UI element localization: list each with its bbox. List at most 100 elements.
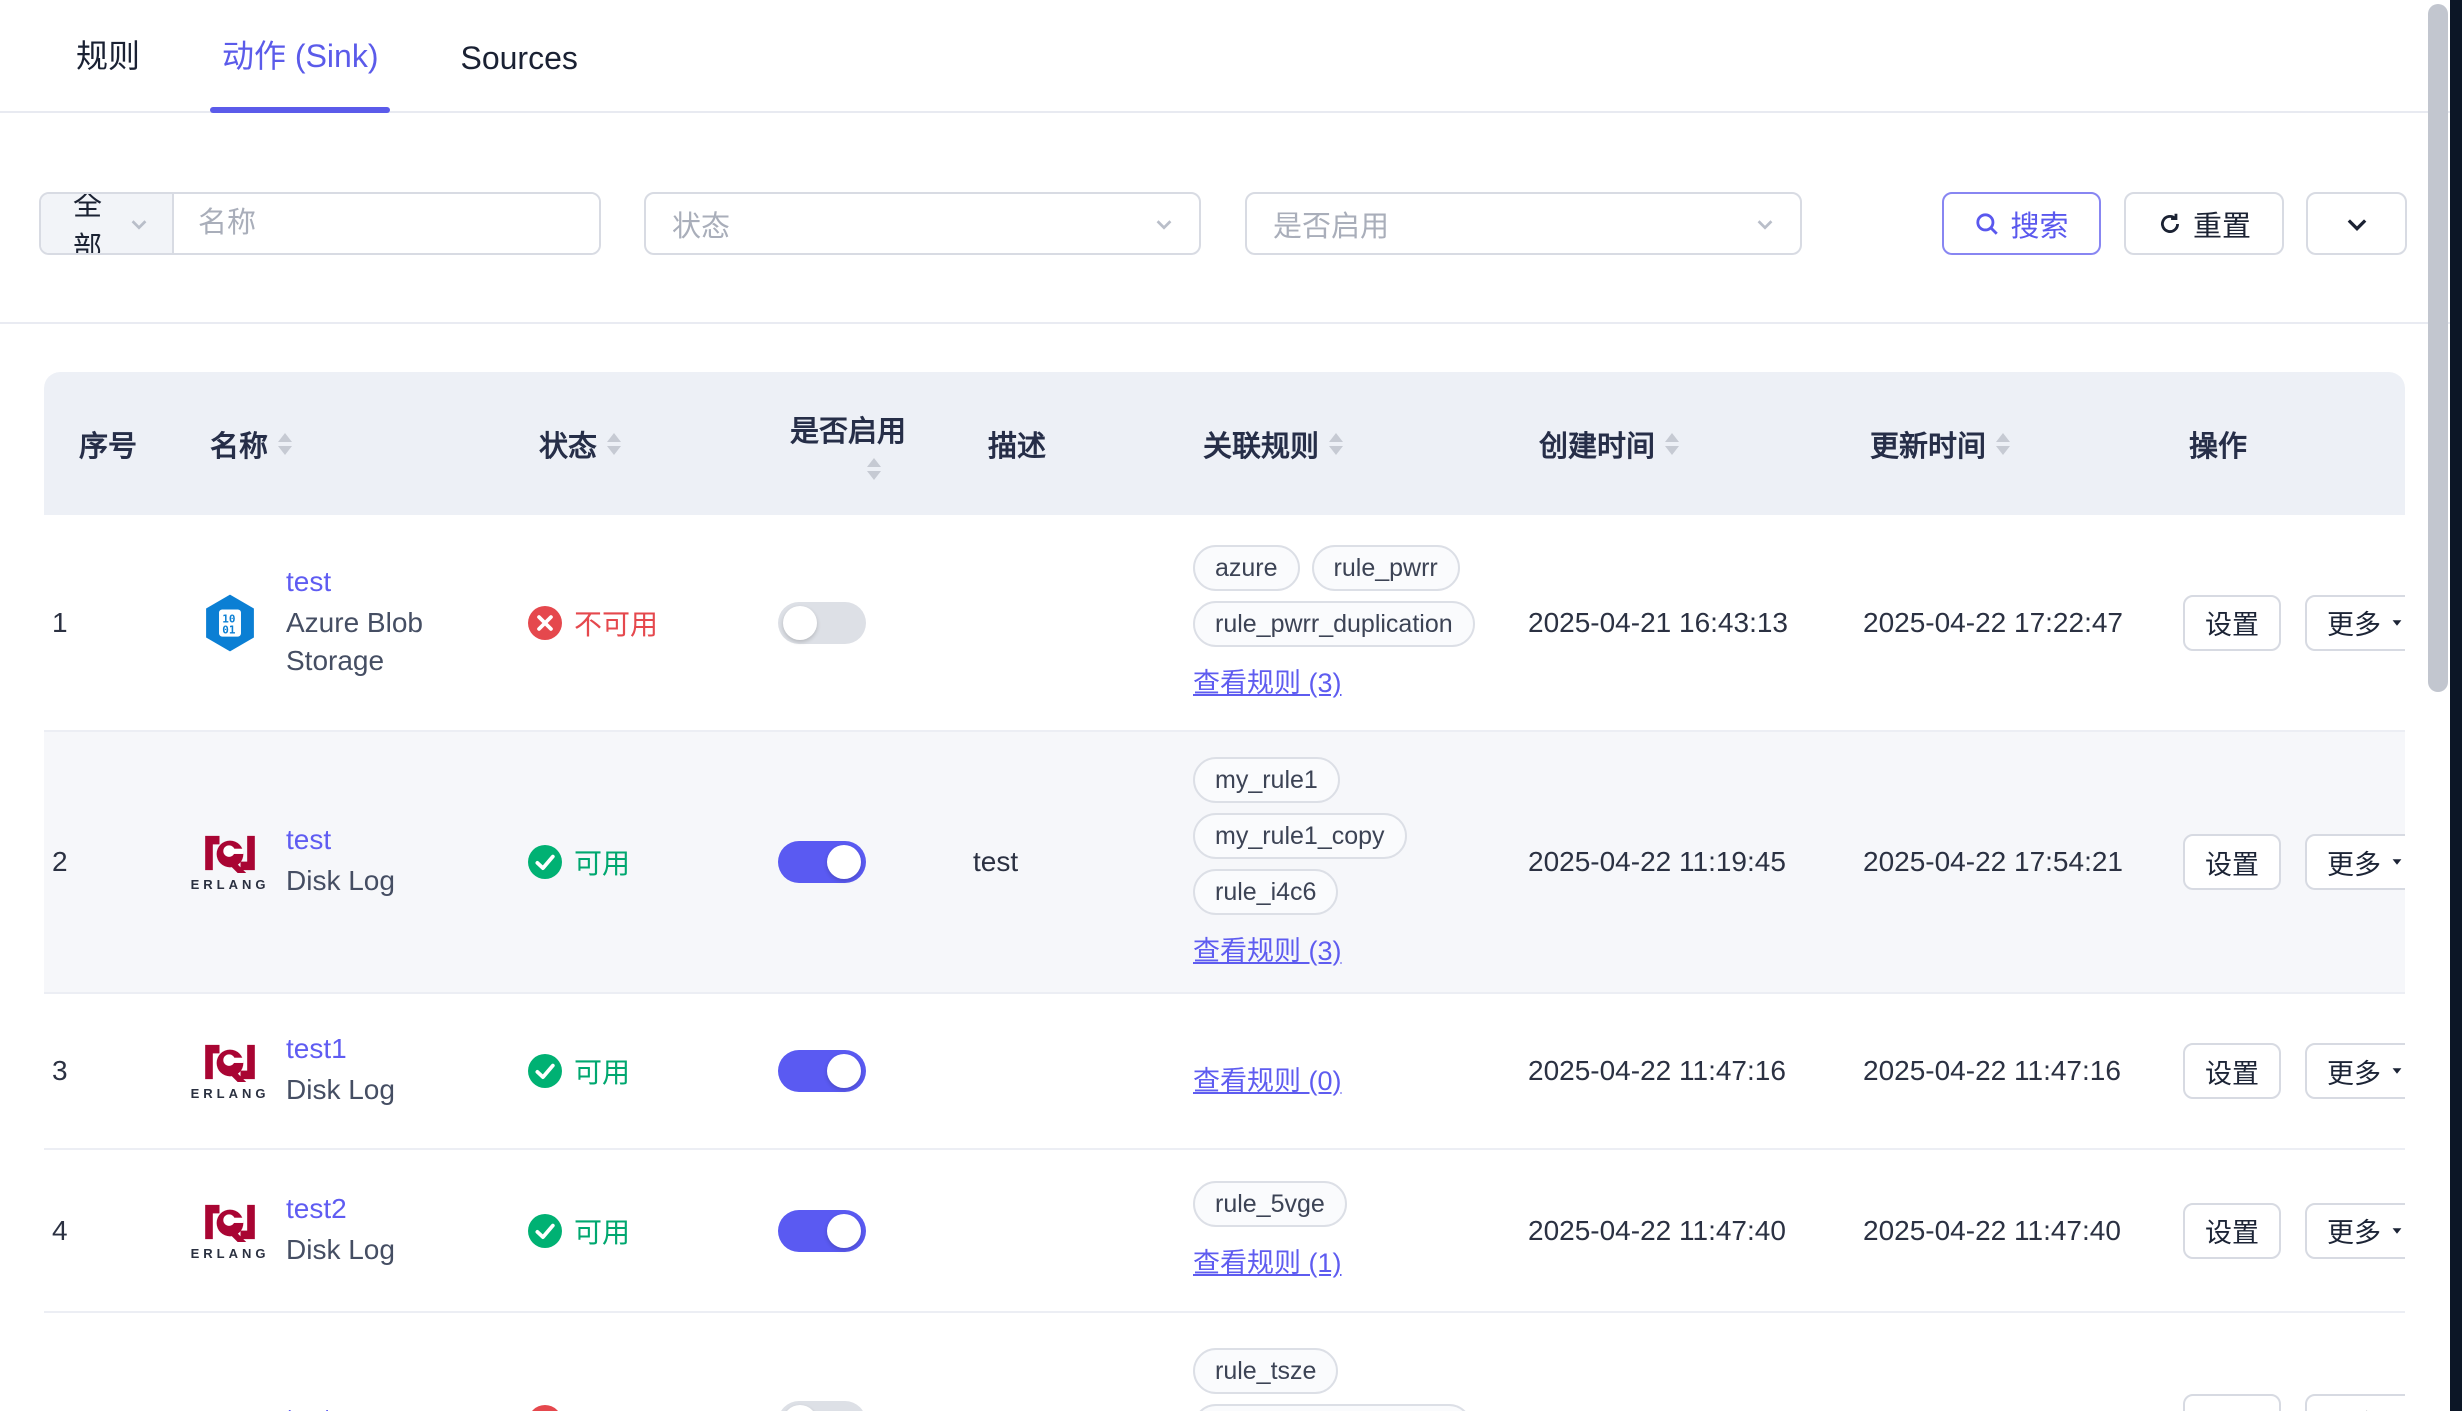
column-header-rules[interactable]: 关联规则 — [1185, 413, 1520, 475]
chevron-down-icon — [128, 213, 150, 235]
enabled-filter-placeholder: 是否启用 — [1273, 203, 1389, 245]
caret-down-icon — [2393, 1228, 2402, 1234]
settings-button[interactable]: 设置 — [2183, 1043, 2281, 1099]
toggle-knob — [827, 1214, 861, 1248]
enabled-cell — [770, 1196, 965, 1266]
status-error-icon — [528, 606, 562, 640]
rule-tag: rule_i4c6 — [1193, 869, 1338, 915]
status-error-icon — [528, 1405, 562, 1411]
sink-name-link[interactable]: test — [286, 1403, 331, 1411]
tab-sources[interactable]: Sources — [448, 40, 589, 111]
tab-rules[interactable]: 规则 — [64, 31, 152, 111]
caret-down-icon — [2393, 1068, 2402, 1074]
settings-button[interactable]: 设置 — [2183, 595, 2281, 651]
sort-icon[interactable] — [278, 433, 292, 455]
rule-tag: azure — [1193, 545, 1300, 591]
collapse-filters-button[interactable] — [2306, 192, 2407, 255]
search-button[interactable]: 搜索 — [1942, 192, 2101, 255]
row-index: 5 — [44, 1392, 190, 1411]
created-at-cell: 2025-04-17 20:17:14 — [1520, 1392, 1855, 1411]
enabled-toggle[interactable] — [778, 1210, 866, 1252]
row-index: 3 — [44, 1041, 190, 1101]
enabled-toggle[interactable] — [778, 1050, 866, 1092]
window-edge — [2450, 0, 2462, 1411]
status-label: 不可用 — [574, 1402, 658, 1411]
chevron-down-icon — [1754, 213, 1776, 235]
more-button[interactable]: 更多 — [2305, 595, 2405, 651]
status-filter-select[interactable]: 状态 — [644, 192, 1201, 255]
rules-cell: rule_5vge 查看规则 (1) — [1185, 1167, 1520, 1294]
enabled-cell — [770, 1036, 965, 1106]
settings-button[interactable]: 设置 — [2183, 1203, 2281, 1259]
erlang-disk-log-icon: ERLANG — [198, 1035, 262, 1107]
column-header-status[interactable]: 状态 — [520, 413, 770, 475]
more-button[interactable]: 更多 — [2305, 1043, 2405, 1099]
enabled-toggle[interactable] — [778, 602, 866, 644]
view-rules-link[interactable]: 查看规则 (1) — [1193, 1241, 1342, 1280]
status-label: 可用 — [574, 1051, 630, 1091]
toggle-knob — [783, 606, 817, 640]
erlang-disk-log-icon: ERLANG — [198, 826, 262, 898]
more-button[interactable]: 更多 — [2305, 1203, 2405, 1259]
actions-cell: 设置 更多 — [2175, 1029, 2405, 1113]
name-filter-group: 全部 — [39, 192, 601, 255]
settings-button[interactable]: 设置 — [2183, 1394, 2281, 1411]
column-header-enabled[interactable]: 是否启用 — [770, 398, 965, 490]
row-index: 1 — [44, 593, 190, 653]
tab-sinks[interactable]: 动作 (Sink) — [210, 31, 390, 111]
reset-button[interactable]: 重置 — [2124, 192, 2284, 255]
rule-tag: my_rule1 — [1193, 757, 1340, 803]
status-filter-placeholder: 状态 — [672, 203, 730, 245]
enabled-toggle[interactable] — [778, 1401, 866, 1411]
table-row: 1 1001 test Azure Blob Storage 不可用 — [44, 515, 2405, 730]
sink-name-link[interactable]: test2 — [286, 1193, 395, 1225]
enabled-toggle[interactable] — [778, 841, 866, 883]
rules-cell: 查看规则 (0) — [1185, 1031, 1520, 1112]
name-filter-input[interactable] — [174, 194, 599, 253]
status-cell: 不可用 — [520, 589, 770, 657]
filter-type-select[interactable]: 全部 — [41, 194, 174, 253]
status-cell: 可用 — [520, 1197, 770, 1265]
status-cell: 可用 — [520, 828, 770, 896]
more-button[interactable]: 更多 — [2305, 1394, 2405, 1411]
table-body: 1 1001 test Azure Blob Storage 不可用 — [44, 515, 2405, 1411]
settings-button[interactable]: 设置 — [2183, 834, 2281, 890]
view-rules-link[interactable]: 查看规则 (3) — [1193, 929, 1342, 968]
view-rules-link[interactable]: 查看规则 (0) — [1193, 1059, 1342, 1098]
updated-at-cell: 2025-04-22 11:47:16 — [1855, 1041, 2175, 1101]
sink-name-link[interactable]: test — [286, 824, 395, 856]
sort-icon[interactable] — [867, 458, 881, 480]
enabled-cell — [770, 588, 965, 658]
enabled-filter-select[interactable]: 是否启用 — [1245, 192, 1802, 255]
column-header-updated[interactable]: 更新时间 — [1855, 413, 2175, 475]
sort-icon[interactable] — [1665, 433, 1679, 455]
rule-tag: rule_pwrr_duplication — [1193, 601, 1475, 647]
tab-bar: 规则 动作 (Sink) Sources — [0, 0, 2450, 113]
rule-tag: rule_tsze — [1193, 1348, 1338, 1394]
column-header-created[interactable]: 创建时间 — [1520, 413, 1855, 475]
sink-name-link[interactable]: test — [286, 566, 510, 598]
sink-name-link[interactable]: test1 — [286, 1033, 395, 1065]
sort-icon[interactable] — [1329, 433, 1343, 455]
status-cell: 不可用 — [520, 1388, 770, 1411]
updated-at-cell: 2025-04-22 17:22:50 — [1855, 1392, 2175, 1411]
rules-cell: rule_tszerule_tsze_duplication — [1185, 1334, 1520, 1411]
rule-tag-list: rule_tszerule_tsze_duplication — [1193, 1348, 1500, 1411]
created-at-cell: 2025-04-22 11:47:16 — [1520, 1041, 1855, 1101]
vertical-scrollbar-thumb[interactable] — [2428, 4, 2448, 692]
section-divider — [0, 322, 2462, 324]
status-ok-icon — [528, 1214, 562, 1248]
table-header-row: 序号 名称 状态 是否启用 描述 关联规则 创建时间 更新时间 操作 — [44, 372, 2405, 515]
column-header-name[interactable]: 名称 — [190, 413, 520, 475]
rule-tag: rule_5vge — [1193, 1181, 1347, 1227]
updated-at-cell: 2025-04-22 17:22:47 — [1855, 593, 2175, 653]
status-label: 不可用 — [574, 603, 658, 643]
svg-text:01: 01 — [222, 623, 236, 636]
sort-icon[interactable] — [607, 433, 621, 455]
name-cell: ERLANG test2 Disk Log — [190, 1179, 520, 1283]
name-cell: 1001 test Azure Blob Storage — [190, 552, 520, 694]
name-cell: test — [190, 1372, 520, 1411]
view-rules-link[interactable]: 查看规则 (3) — [1193, 661, 1342, 700]
sort-icon[interactable] — [1996, 433, 2010, 455]
more-button[interactable]: 更多 — [2305, 834, 2405, 890]
